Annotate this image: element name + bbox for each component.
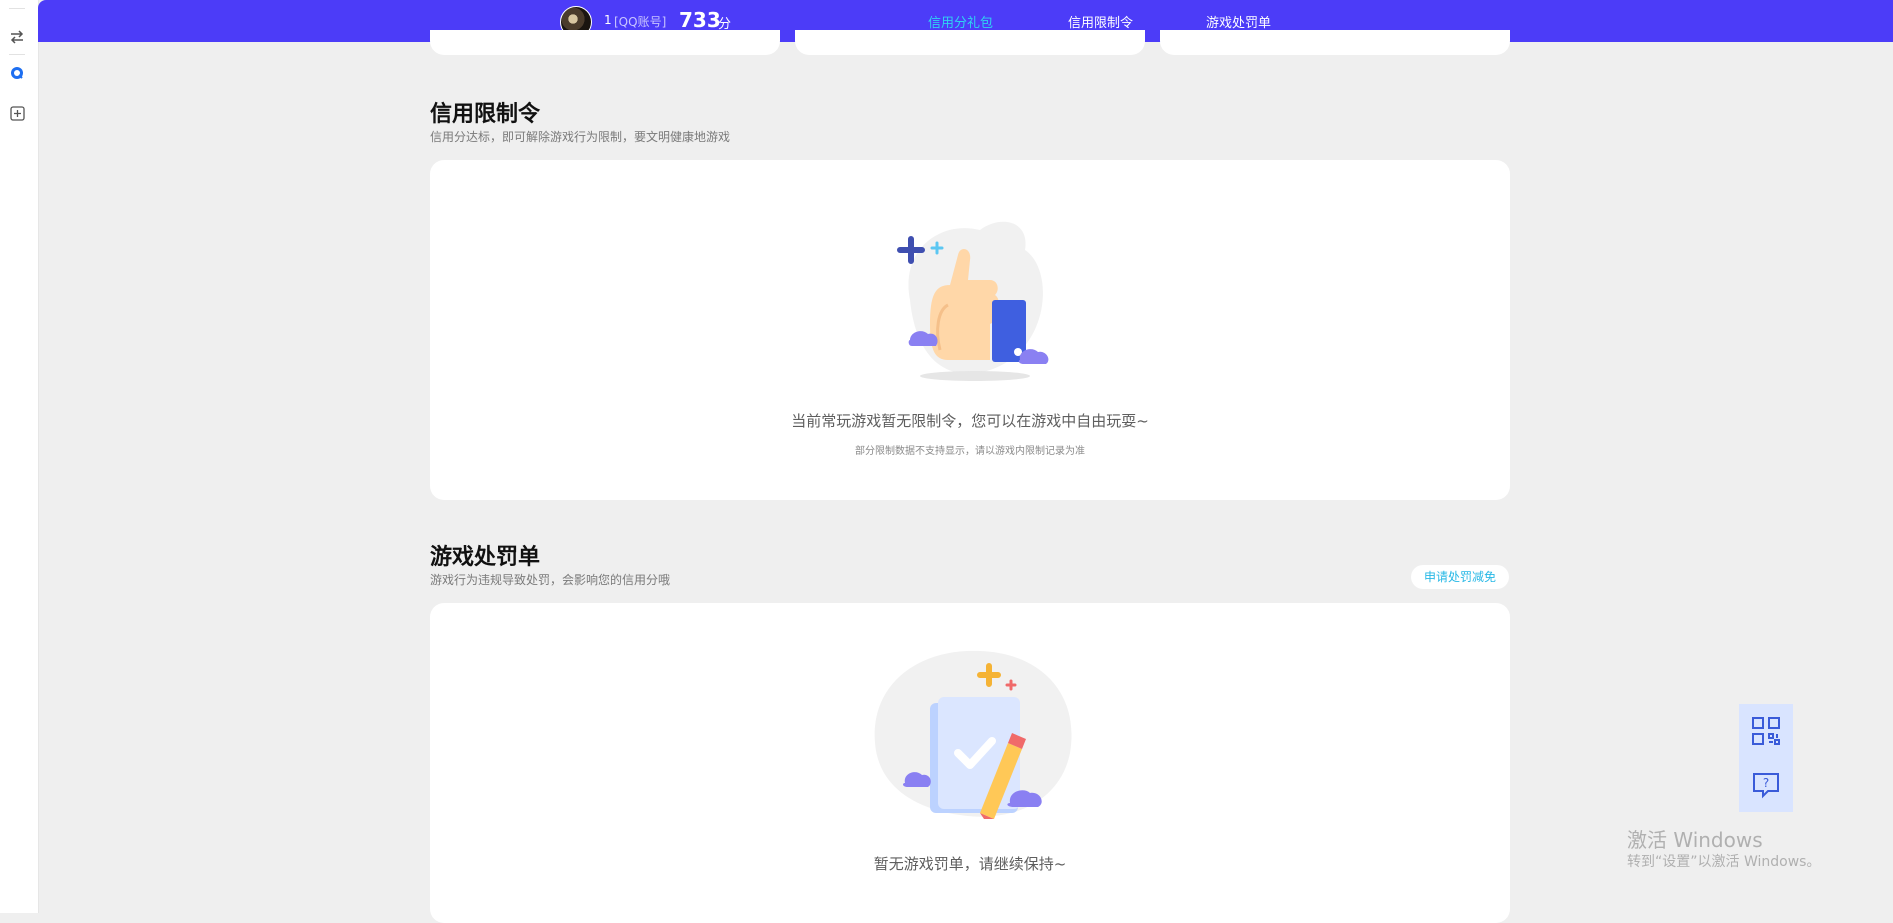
swap-icon[interactable] [8,28,26,46]
penalty-subtitle: 游戏行为违规导致处罚，会影响您的信用分哦 [430,573,671,587]
rail-divider [9,8,25,9]
previous-card [430,30,780,55]
qq-icon[interactable] [8,64,26,82]
thumbs-up-illustration [897,221,1049,381]
penalty-title: 游戏处罚单 [430,545,541,570]
help-button[interactable]: ? [1739,758,1793,812]
qr-code-icon [1752,717,1780,745]
account-type: [QQ账号] [614,15,667,29]
credit-score: 733 [679,8,721,32]
restriction-empty-text: 当前常玩游戏暂无限制令，您可以在游戏中自由玩耍~ [791,412,1149,430]
restriction-empty-note: 部分限制数据不支持显示，请以游戏内限制记录为准 [855,446,1085,457]
help-chat-icon: ? [1753,773,1779,799]
svg-text:?: ? [1763,776,1769,790]
left-rail [0,0,39,913]
restriction-card: 当前常玩游戏暂无限制令，您可以在游戏中自由玩耍~ 部分限制数据不支持显示，请以游… [430,160,1510,500]
penalty-card: 暂无游戏罚单，请继续保持~ [430,603,1510,923]
restriction-title: 信用限制令 [430,102,541,127]
add-box-icon[interactable] [8,104,26,122]
penalty-empty-text: 暂无游戏罚单，请继续保持~ [873,855,1067,873]
windows-activation-title: 激活 Windows [1627,828,1763,852]
restriction-subtitle: 信用分达标，即可解除游戏行为限制，要文明健康地游戏 [430,130,731,144]
previous-card [1160,30,1510,55]
windows-activation-hint: 转到“设置”以激活 Windows。 [1627,854,1821,870]
rail-divider [9,54,25,55]
document-pencil-illustration [874,650,1072,819]
previous-card [795,30,1145,55]
apply-penalty-reduction-button[interactable]: 申请处罚减免 [1411,565,1509,589]
username: 1 [604,13,612,27]
qr-code-button[interactable] [1739,704,1793,758]
